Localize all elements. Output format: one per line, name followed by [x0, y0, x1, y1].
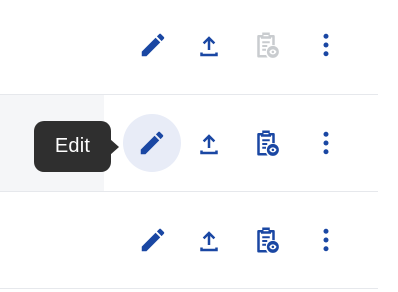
- upload-icon: [194, 128, 224, 158]
- more-vertical-icon: [311, 128, 341, 158]
- more-options-button[interactable]: [306, 25, 346, 65]
- upload-button[interactable]: [189, 220, 229, 260]
- tooltip-text: Edit: [54, 135, 91, 157]
- row-actions-cell: [104, 0, 378, 94]
- table-row: [0, 192, 378, 288]
- pencil-icon: [137, 128, 167, 158]
- edit-button[interactable]: [123, 114, 181, 172]
- view-button[interactable]: [246, 25, 286, 65]
- view-button[interactable]: [246, 220, 286, 260]
- edit-button[interactable]: [133, 25, 173, 65]
- view-button[interactable]: [246, 123, 286, 163]
- upload-button[interactable]: [189, 123, 229, 163]
- edit-button[interactable]: [133, 220, 173, 260]
- more-options-button[interactable]: [306, 123, 346, 163]
- upload-button[interactable]: [189, 25, 229, 65]
- clipboard-view-icon: [251, 30, 281, 60]
- edit-tooltip: Edit: [34, 121, 111, 172]
- row-divider: [0, 288, 378, 289]
- table-row: [0, 0, 378, 94]
- more-options-button[interactable]: [306, 220, 346, 260]
- clipboard-view-icon: [251, 128, 281, 158]
- tooltip-arrow: [110, 139, 119, 155]
- more-vertical-icon: [311, 30, 341, 60]
- clipboard-view-icon: [251, 225, 281, 255]
- upload-icon: [194, 30, 224, 60]
- upload-icon: [194, 225, 224, 255]
- pencil-icon: [138, 30, 168, 60]
- row-actions-cell: [104, 95, 378, 191]
- pencil-icon: [138, 225, 168, 255]
- more-vertical-icon: [311, 225, 341, 255]
- table-actions-panel: Edit: [0, 0, 398, 292]
- row-actions-cell: [104, 192, 378, 288]
